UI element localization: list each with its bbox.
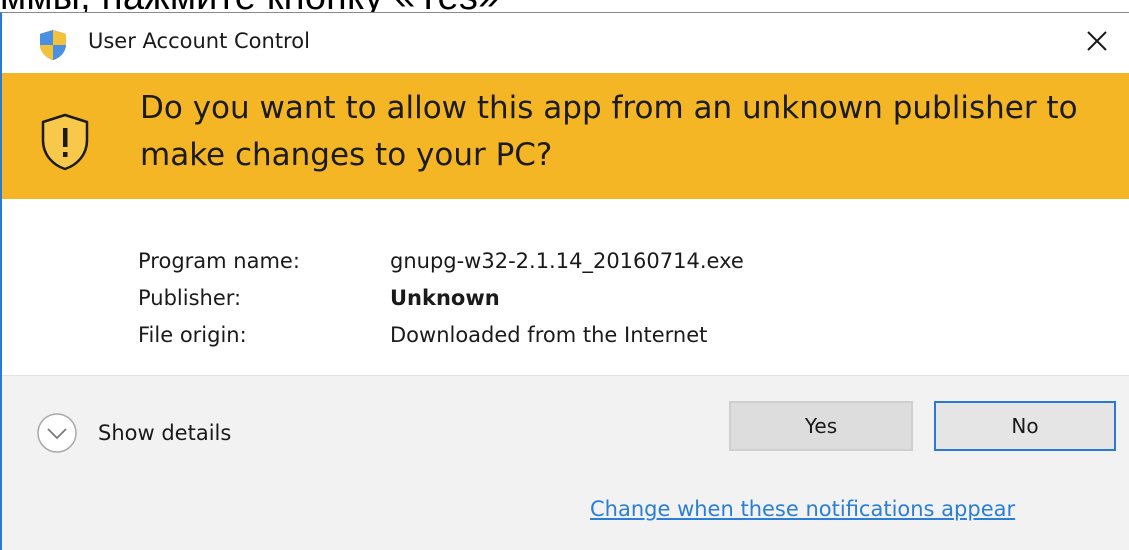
program-info: Program name: gnupg-w32-2.1.14_20160714.… [2, 199, 1129, 375]
no-button[interactable]: No [934, 401, 1116, 451]
chevron-down-icon [36, 412, 78, 454]
title-bar[interactable]: User Account Control [2, 13, 1129, 73]
close-icon [1086, 30, 1108, 56]
file-origin-label: File origin: [138, 323, 247, 347]
warning-shield-icon [40, 113, 90, 171]
program-name-value: gnupg-w32-2.1.14_20160714.exe [390, 249, 744, 273]
warning-question: Do you want to allow this app from an un… [140, 90, 1078, 173]
publisher-value: Unknown [390, 286, 500, 310]
program-name-label: Program name: [138, 249, 300, 273]
show-details-button[interactable]: Show details [36, 413, 231, 453]
file-origin-value: Downloaded from the Internet [390, 323, 708, 347]
yes-button[interactable]: Yes [729, 401, 913, 451]
window-title: User Account Control [88, 29, 310, 53]
uac-dialog: User Account Control Do you want to allo… [0, 12, 1129, 550]
uac-shield-icon [38, 29, 68, 61]
publisher-label: Publisher: [138, 286, 242, 310]
show-details-label: Show details [98, 421, 232, 445]
warning-banner: Do you want to allow this app from an un… [2, 73, 1129, 199]
change-notifications-link[interactable]: Change when these notifications appear [590, 497, 1015, 521]
page: ммы, нажмите кнопку «Yes» User Account C… [0, 0, 1129, 550]
dialog-footer: Show details Yes No Change when these no… [2, 375, 1129, 550]
close-button[interactable] [1065, 13, 1129, 73]
